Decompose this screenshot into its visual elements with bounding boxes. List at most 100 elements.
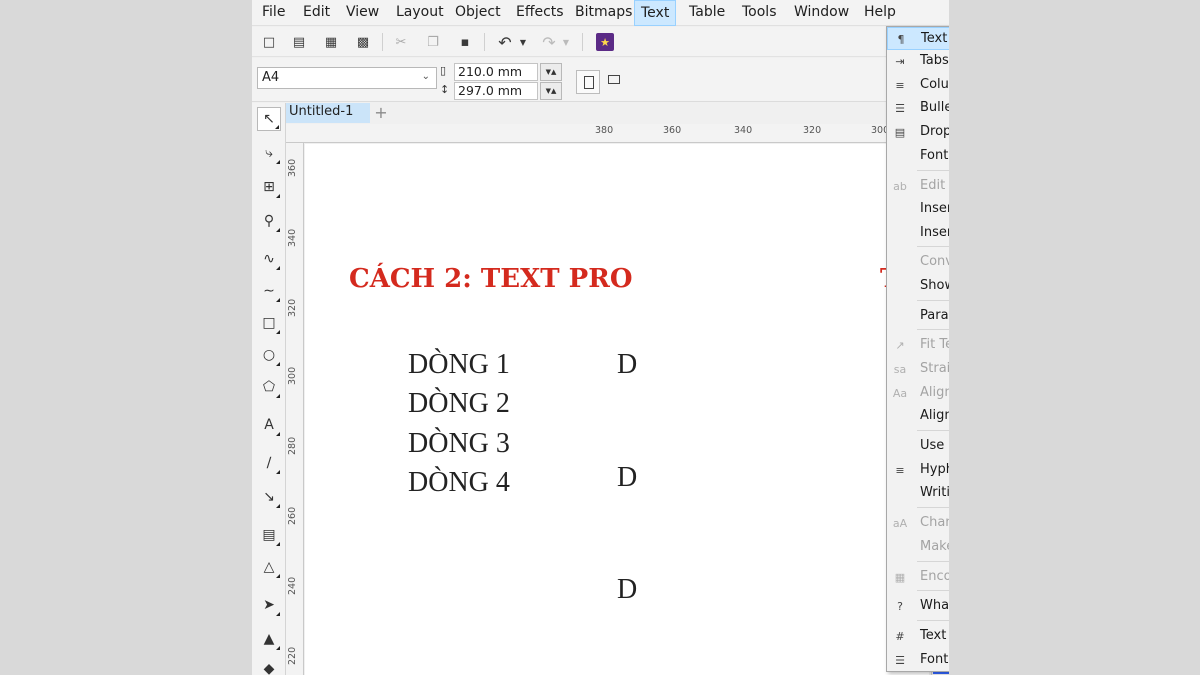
- text-line-3[interactable]: DÒNG 3: [408, 428, 510, 460]
- parallel-dimension-icon[interactable]: ∕: [257, 451, 281, 475]
- menu-view[interactable]: View: [346, 4, 379, 20]
- artistic-media-icon[interactable]: ∼: [257, 279, 281, 303]
- page-width-field[interactable]: 210.0 mm: [454, 63, 538, 81]
- menu-item-text-statistics[interactable]: # Text Statistics...: [887, 625, 949, 648]
- ruler-tick-label: 360: [663, 125, 682, 136]
- menu-item-writing-tools[interactable]: Writing Tools: [887, 482, 949, 505]
- ellipse-tool-icon[interactable]: ○: [257, 343, 281, 367]
- menu-item-font-playground[interactable]: Font Playground: [887, 145, 949, 168]
- menu-object[interactable]: Object: [455, 4, 501, 20]
- save-icon[interactable]: ▦: [322, 33, 340, 51]
- cut-icon[interactable]: ✂: [392, 33, 410, 51]
- add-tab-icon[interactable]: +: [372, 104, 390, 122]
- menu-layout[interactable]: Layout: [396, 4, 444, 20]
- freehand-tool-icon[interactable]: ∿: [257, 247, 281, 271]
- text-line-2[interactable]: DÒNG 2: [408, 388, 510, 420]
- zoom-tool-icon[interactable]: ⚲: [257, 209, 281, 233]
- drop-shadow-icon[interactable]: ▤: [257, 523, 281, 547]
- menu-item-columns[interactable]: ≡ Columns...: [887, 74, 949, 97]
- menu-item-change-case[interactable]: aA Change Case...: [887, 512, 949, 535]
- menu-file[interactable]: File: [262, 4, 285, 20]
- menu-item-font-list-options[interactable]: ☰ Font List Options...: [887, 649, 949, 672]
- menu-item-paragraph-text-frame[interactable]: Paragraph Text Frame: [887, 305, 949, 328]
- redo-icon[interactable]: ↷: [540, 33, 558, 52]
- menu-text[interactable]: Text: [634, 0, 677, 26]
- menu-item-label: Text Properties: [921, 31, 949, 46]
- ruler-tick-label: 320: [803, 125, 822, 136]
- column2-text-fragment[interactable]: D: [617, 349, 637, 381]
- menu-item-encode[interactable]: ▦ Encode...: [887, 566, 949, 589]
- page-height-field[interactable]: 297.0 mm: [454, 82, 538, 100]
- new-document-icon[interactable]: □: [260, 33, 278, 51]
- undo-icon[interactable]: ↶: [496, 33, 514, 52]
- menu-item-label: Insert Formatting Code: [920, 225, 949, 240]
- shape-tool-icon[interactable]: ⤷: [257, 141, 281, 165]
- menu-item-fit-text-to-path[interactable]: ↗ Fit Text to Path: [887, 334, 949, 357]
- menu-tools[interactable]: Tools: [742, 4, 777, 20]
- menu-item-whatthefont[interactable]: ? WhatTheFont?!...: [887, 595, 949, 618]
- menu-item-bullets[interactable]: ☰ Bullets...: [887, 97, 949, 120]
- menu-item-align-to-baseline-grid[interactable]: Align To Baseline Grid: [887, 405, 949, 428]
- paste-icon[interactable]: ▪: [456, 33, 474, 51]
- menu-item-insert-character[interactable]: Insert CharacterCtrl+F11: [887, 198, 949, 221]
- menu-item-make-text-web-compatible[interactable]: Make text Web-compatible: [887, 536, 949, 559]
- menu-item-label: Align To Baseline Grid: [920, 408, 949, 423]
- menu-separator: [917, 170, 949, 171]
- drawing-page[interactable]: CÁCH 2: TEXT PRO T) DÒNG 1 DÒNG 2 DÒNG 3…: [305, 144, 929, 675]
- menu-window[interactable]: Window: [794, 4, 849, 20]
- corel-launcher-icon[interactable]: ★: [596, 33, 614, 51]
- menu-item-label: Columns...: [920, 77, 949, 92]
- connector-tool-icon[interactable]: ↘: [257, 485, 281, 509]
- menu-item-label: Text Statistics...: [920, 628, 949, 643]
- undo-dropdown-icon[interactable]: ▼: [514, 33, 532, 51]
- text-properties-icon: ¶: [897, 32, 905, 46]
- edit-text-icon: ab: [893, 179, 907, 193]
- menu-item-tabs[interactable]: ⇥ Tabs...: [887, 50, 949, 73]
- menu-item-label: Tabs...: [920, 53, 949, 68]
- menu-item-show-non-printing-characters[interactable]: Show Non-Printing Characters: [887, 275, 949, 298]
- text-tool-icon[interactable]: A: [257, 413, 281, 437]
- pick-tool-icon[interactable]: ↖: [257, 107, 281, 131]
- menu-item-hyphenation-settings[interactable]: ≡ Hyphenation Settings...: [887, 459, 949, 482]
- portrait-orientation-button[interactable]: [576, 70, 600, 94]
- width-icon: ▯: [440, 64, 447, 77]
- menu-edit[interactable]: Edit: [303, 4, 330, 20]
- print-icon[interactable]: ▩: [354, 33, 372, 51]
- height-spinner[interactable]: ▼▲: [540, 82, 562, 100]
- eyedropper-tool-icon[interactable]: ➤: [257, 593, 281, 617]
- menu-item-insert-formatting-code[interactable]: Insert Formatting Code: [887, 222, 949, 245]
- transparency-tool-icon[interactable]: △: [257, 555, 281, 579]
- menu-item-edit-text[interactable]: abEdit Text...Ctrl+Shift+T: [887, 175, 949, 198]
- open-folder-icon[interactable]: ▤: [290, 33, 308, 51]
- text-line-4[interactable]: DÒNG 4: [408, 467, 510, 499]
- menu-item-align-to-baseline[interactable]: AaAlign To BaselineAlt+F12: [887, 382, 949, 405]
- text-line-1[interactable]: DÒNG 1: [408, 349, 510, 381]
- polygon-tool-icon[interactable]: ⬠: [257, 375, 281, 399]
- hyphenation-settings-icon: ≡: [895, 463, 905, 477]
- menu-effects[interactable]: Effects: [516, 4, 564, 20]
- menu-bitmaps[interactable]: Bitmaps: [575, 4, 632, 20]
- width-spinner[interactable]: ▼▲: [540, 63, 562, 81]
- menu-table[interactable]: Table: [689, 4, 725, 20]
- menu-item-convert[interactable]: ConvertCtrl+F8: [887, 251, 949, 274]
- menu-item-use-hyphenation[interactable]: Use Hyphenation: [887, 435, 949, 458]
- redo-dropdown-icon[interactable]: ▼: [557, 33, 575, 51]
- landscape-orientation-button[interactable]: [608, 75, 620, 84]
- menu-item-label: Show Non-Printing Characters: [920, 278, 949, 293]
- page-size-dropdown[interactable]: A4 ⌄: [257, 67, 437, 89]
- menu-item-text-properties[interactable]: ¶Text PropertiesCtrl+T: [887, 27, 949, 50]
- crop-tool-icon[interactable]: ⊞: [257, 175, 281, 199]
- copy-icon[interactable]: ❐: [424, 33, 442, 51]
- rectangle-tool-icon[interactable]: □: [257, 311, 281, 335]
- interactive-fill-icon[interactable]: ▲: [257, 627, 281, 651]
- column2-text-fragment[interactable]: D: [617, 574, 637, 606]
- document-tab[interactable]: Untitled-1: [286, 103, 370, 123]
- smart-fill-icon[interactable]: ◆: [257, 657, 281, 675]
- menu-item-straighten-text[interactable]: sa Straighten Text: [887, 358, 949, 381]
- menu-help[interactable]: Help: [864, 4, 896, 20]
- canvas-heading[interactable]: CÁCH 2: TEXT PRO: [349, 264, 632, 294]
- menu-item-drop-cap[interactable]: ▤ Drop Cap...: [887, 121, 949, 144]
- menu-item-label: Writing Tools: [920, 485, 949, 500]
- column2-text-fragment[interactable]: D: [617, 462, 637, 494]
- align-to-baseline-icon: Aa: [892, 386, 908, 400]
